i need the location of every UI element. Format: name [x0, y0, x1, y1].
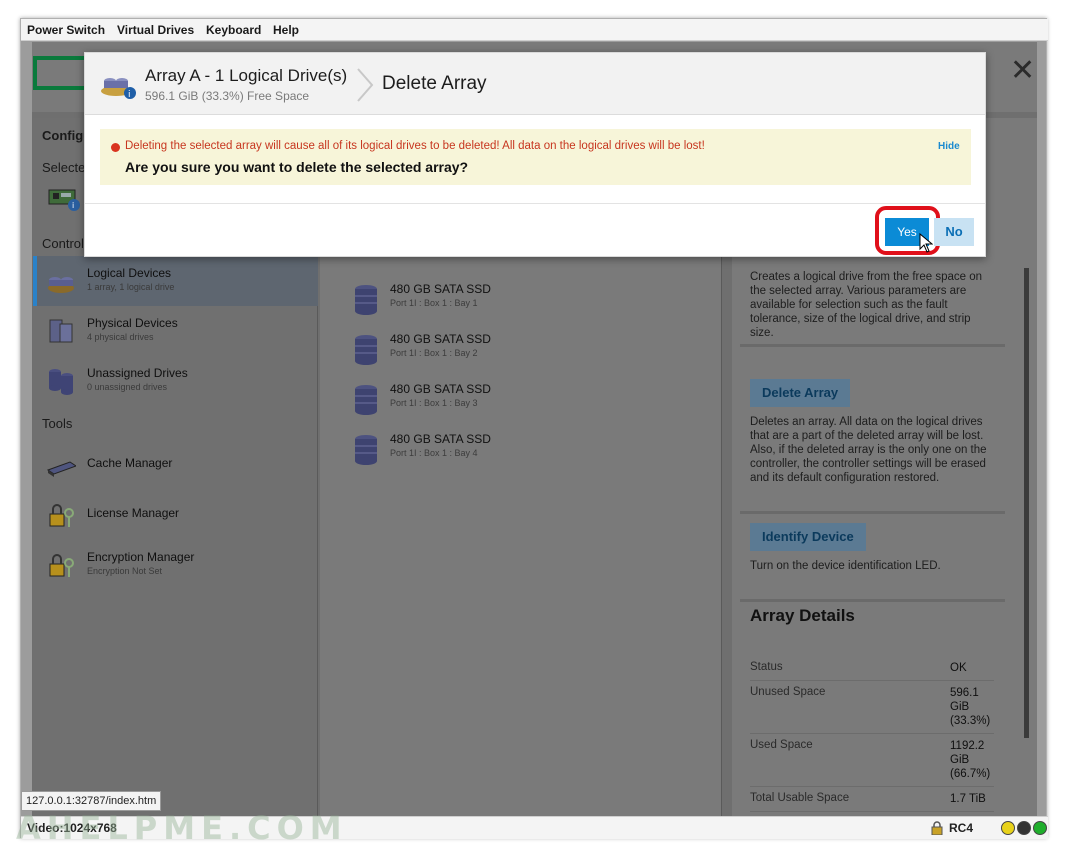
drive-stack-icon — [355, 385, 377, 415]
no-button[interactable]: No — [934, 218, 974, 246]
drive-stack-icon — [355, 335, 377, 365]
menu-help[interactable]: Help — [273, 23, 299, 37]
dialog-header: i Array A - 1 Logical Drive(s) 596.1 GiB… — [85, 53, 985, 115]
led-dark-icon — [1017, 821, 1031, 835]
power-led-icon[interactable] — [1033, 821, 1047, 835]
sidebar-item-unassigned-drives[interactable]: Unassigned Drives 0 unassigned drives — [33, 356, 318, 406]
sidebar-item-sub: 1 array, 1 logical drive — [87, 282, 175, 292]
sidebar-item-label: Physical Devices — [87, 316, 178, 330]
error-dot-icon — [111, 143, 120, 152]
close-icon[interactable]: ✕ — [1010, 56, 1035, 86]
svg-text:i: i — [128, 90, 131, 99]
delete-array-dialog: i Array A - 1 Logical Drive(s) 596.1 GiB… — [84, 52, 986, 257]
warning-message: Deleting the selected array will cause a… — [125, 140, 705, 152]
kvm-console-window: Power Switch Virtual Drives Keyboard Hel… — [20, 18, 1048, 839]
detail-row-unused-space: Unused Space 596.1 GiB (33.3%) — [750, 686, 994, 734]
drive-location: Port 1I : Box 1 : Bay 3 — [390, 398, 478, 408]
drive-item[interactable]: 480 GB SATA SSD Port 1I : Box 1 : Bay 1 — [350, 282, 650, 322]
drive-item[interactable]: 480 GB SATA SSD Port 1I : Box 1 : Bay 4 — [350, 432, 650, 472]
logical-devices-icon — [48, 277, 74, 293]
hpe-logo — [33, 56, 89, 90]
detail-value: OK — [950, 662, 967, 674]
sidebar-item-sub: Encryption Not Set — [87, 566, 163, 576]
detail-label: Total Usable Space — [750, 792, 850, 804]
drive-location: Port 1I : Box 1 : Bay 2 — [390, 348, 478, 358]
cache-manager-icon — [46, 461, 76, 477]
encryption-manager-icon — [49, 554, 74, 577]
mouse-pointer-icon — [919, 233, 933, 253]
sidebar-item-license-manager[interactable]: License Manager — [33, 490, 318, 540]
led-yellow-icon — [1001, 821, 1015, 835]
svg-text:i: i — [72, 201, 74, 210]
hide-link[interactable]: Hide — [938, 141, 960, 152]
array-info-icon: i — [101, 78, 136, 99]
sidebar-item-label: Unassigned Drives — [87, 366, 188, 380]
drive-name: 480 GB SATA SSD — [390, 282, 491, 296]
delete-array-button[interactable]: Delete Array — [750, 379, 851, 407]
sidebar-heading-tools: Tools — [42, 416, 73, 431]
warning-banner: Deleting the selected array will cause a… — [100, 129, 971, 185]
detail-row-used-space: Used Space 1192.2 GiB (66.7%) — [750, 739, 994, 787]
sidebar-item-physical-devices[interactable]: Physical Devices 4 physical drives — [33, 306, 318, 356]
sidebar-heading-controller: Control — [42, 236, 84, 251]
sidebar-item-sub: 0 unassigned drives — [87, 382, 168, 392]
drive-name: 480 GB SATA SSD — [390, 432, 491, 446]
scrollbar[interactable] — [1024, 268, 1029, 738]
sidebar-item-label: Logical Devices — [87, 266, 172, 280]
url-tooltip: 127.0.0.1:32787/index.htm — [21, 791, 162, 811]
detail-value: 596.1 GiB (33.3%) — [950, 687, 991, 727]
site-watermark: AHELPME.COM — [16, 809, 348, 847]
detail-label: Used Space — [750, 739, 813, 751]
unassigned-drives-icon — [49, 369, 73, 395]
drive-stack-icon — [355, 285, 377, 315]
sidebar-item-encryption-manager[interactable]: Encryption Manager Encryption Not Set — [33, 540, 318, 590]
confirmation-question: Are you sure you want to delete the sele… — [125, 159, 469, 175]
create-drive-description: Creates a logical drive from the free sp… — [750, 271, 983, 339]
sidebar-item-label: Encryption Manager — [87, 550, 195, 564]
delete-array-description: Deletes an array. All data on the logica… — [750, 416, 987, 484]
sidebar-item-label: License Manager — [87, 506, 180, 520]
sidebar-item-label: Cache Manager — [87, 456, 173, 470]
drive-stack-icon — [355, 435, 377, 465]
encryption-cipher: RC4 — [949, 821, 974, 835]
menubar: Power Switch Virtual Drives Keyboard Hel… — [21, 19, 1048, 41]
sidebar-item-logical-devices[interactable]: Logical Devices 1 array, 1 logical drive — [33, 256, 318, 306]
menu-power-switch[interactable]: Power Switch — [27, 23, 105, 37]
detail-label: Status — [750, 661, 783, 673]
detail-row-total-usable: Total Usable Space 1.7 TiB — [750, 792, 994, 812]
drive-location: Port 1I : Box 1 : Bay 1 — [390, 298, 478, 308]
divider — [740, 599, 1005, 602]
drive-name: 480 GB SATA SSD — [390, 382, 491, 396]
sidebar-heading-selected: Selecte — [42, 160, 86, 175]
detail-value: 1192.2 GiB (66.7%) — [950, 740, 991, 780]
drive-item[interactable]: 480 GB SATA SSD Port 1I : Box 1 : Bay 2 — [350, 332, 650, 372]
physical-devices-icon — [49, 319, 73, 343]
lock-icon — [931, 821, 943, 835]
dialog-subtitle: 596.1 GiB (33.3%) Free Space — [145, 89, 310, 103]
drive-item[interactable]: 480 GB SATA SSD Port 1I : Box 1 : Bay 3 — [350, 382, 650, 422]
detail-value: 1.7 TiB — [950, 793, 986, 805]
dialog-action-title: Delete Array — [382, 73, 487, 94]
divider — [740, 511, 1005, 514]
array-details-title: Array Details — [750, 606, 855, 625]
divider — [85, 203, 985, 204]
drive-name: 480 GB SATA SSD — [390, 332, 491, 346]
dialog-title: Array A - 1 Logical Drive(s) — [145, 66, 348, 85]
detail-label: Unused Space — [750, 686, 826, 698]
controller-card-icon: i — [48, 189, 80, 211]
menu-keyboard[interactable]: Keyboard — [206, 23, 261, 37]
menu-virtual-drives[interactable]: Virtual Drives — [117, 23, 194, 37]
sidebar-item-sub: 4 physical drives — [87, 332, 154, 342]
license-manager-icon — [49, 504, 74, 527]
drive-location: Port 1I : Box 1 : Bay 4 — [390, 448, 478, 458]
sidebar-item-cache-manager[interactable]: Cache Manager — [33, 440, 318, 490]
breadcrumb-chevron-icon — [357, 68, 374, 102]
identify-device-button[interactable]: Identify Device — [750, 523, 866, 551]
divider — [740, 344, 1005, 347]
detail-row-status: Status OK — [750, 661, 994, 681]
identify-device-description: Turn on the device identification LED. — [750, 560, 941, 572]
